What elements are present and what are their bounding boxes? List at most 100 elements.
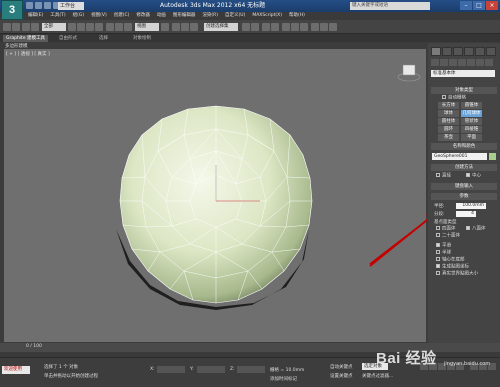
- render-setup-icon[interactable]: [311, 23, 319, 31]
- menu-create[interactable]: 创建(C): [114, 12, 130, 20]
- map-coords-checkbox[interactable]: 生成贴图坐标: [436, 264, 496, 271]
- maximize-icon[interactable]: □: [473, 1, 485, 10]
- cone-button[interactable]: 圆锥体: [461, 102, 482, 109]
- rect-selection-icon[interactable]: [86, 23, 94, 31]
- plane-button[interactable]: 平面: [461, 134, 482, 141]
- display-tab-icon[interactable]: [475, 47, 485, 56]
- tab-graphite-modeling[interactable]: Graphite 建模工具: [3, 35, 49, 42]
- add-time-tag[interactable]: 添加时间标记: [270, 376, 297, 382]
- rendered-frame-icon[interactable]: [320, 23, 328, 31]
- pyramid-button[interactable]: 四棱锥: [461, 126, 482, 133]
- base-pivot-checkbox[interactable]: 轴心在底部: [436, 257, 496, 264]
- mirror-icon[interactable]: [242, 23, 250, 31]
- search-input[interactable]: 键入关键字或短语: [350, 2, 430, 10]
- teapot-button[interactable]: 茶壶: [438, 134, 459, 141]
- tube-button[interactable]: 管状体: [461, 118, 482, 125]
- geometry-icon[interactable]: [431, 59, 439, 66]
- viewport-label[interactable]: [ + ] [ 透视 ] [ 真实 ]: [6, 51, 50, 57]
- menu-help[interactable]: 帮助(H): [289, 12, 305, 20]
- menu-maxscript[interactable]: MAXScript(X): [252, 12, 282, 20]
- shapes-icon[interactable]: [440, 59, 448, 66]
- y-coordinate[interactable]: [197, 366, 225, 373]
- object-color-swatch[interactable]: [489, 153, 496, 160]
- menu-modifiers[interactable]: 修改器: [136, 12, 150, 20]
- parameters-rollout[interactable]: 参数: [431, 193, 497, 200]
- menu-edit[interactable]: 编辑(E): [28, 12, 43, 20]
- diameter-radio[interactable]: 直径: [436, 173, 462, 180]
- workspace-select[interactable]: 工作台: [58, 2, 84, 10]
- tab-object-paint[interactable]: 对象绘制: [130, 35, 154, 42]
- radius-spinner[interactable]: 100.0mm: [456, 203, 486, 209]
- curve-editor-icon[interactable]: [282, 23, 290, 31]
- create-tab-icon[interactable]: [431, 47, 441, 56]
- rotate-icon[interactable]: [115, 23, 123, 31]
- layer-manager-icon[interactable]: [262, 23, 270, 31]
- close-icon[interactable]: ×: [486, 1, 498, 10]
- redo-icon[interactable]: [12, 23, 20, 31]
- select-object-icon[interactable]: [68, 23, 76, 31]
- helpers-icon[interactable]: [467, 59, 475, 66]
- keyboard-entry-rollout[interactable]: 键盘输入: [431, 183, 497, 190]
- creation-method-rollout[interactable]: 创建方法: [431, 164, 497, 171]
- geosphere-button[interactable]: 几何球体: [461, 110, 482, 117]
- schematic-view-icon[interactable]: [291, 23, 299, 31]
- maxscript-listener[interactable]: 欢迎使用: [2, 366, 30, 374]
- perspective-viewport[interactable]: [4, 49, 492, 342]
- menu-animation[interactable]: 动画: [157, 12, 166, 20]
- menu-rendering[interactable]: 渲染(R): [202, 12, 218, 20]
- named-selection-set[interactable]: 创建选择集: [204, 23, 238, 31]
- undo-icon[interactable]: [3, 23, 11, 31]
- real-world-map-checkbox[interactable]: 真实世界贴图大小: [436, 271, 496, 278]
- material-editor-icon[interactable]: [300, 23, 308, 31]
- open-file-icon[interactable]: [35, 2, 42, 9]
- segments-spinner[interactable]: 4: [456, 211, 476, 217]
- selection-filter-select[interactable]: 全部: [42, 23, 66, 31]
- name-color-rollout[interactable]: 名称和颜色: [431, 143, 497, 150]
- app-logo-icon[interactable]: 3: [1, 0, 23, 20]
- viewcube-icon[interactable]: [397, 64, 421, 82]
- menu-group[interactable]: 组(G): [73, 12, 85, 20]
- octa-radio[interactable]: 八面体: [466, 226, 494, 233]
- angle-snap-icon[interactable]: [181, 23, 189, 31]
- snap-icon[interactable]: [172, 23, 180, 31]
- icosa-radio[interactable]: 二十面体: [436, 233, 496, 240]
- key-filters-button[interactable]: 关键点过滤器...: [362, 373, 393, 379]
- x-coordinate[interactable]: [157, 366, 185, 373]
- percent-snap-icon[interactable]: [190, 23, 198, 31]
- tetra-radio[interactable]: 四面体: [436, 226, 464, 233]
- reference-coord-select[interactable]: 视图: [135, 23, 159, 31]
- hierarchy-tab-icon[interactable]: [453, 47, 463, 56]
- align-icon[interactable]: [251, 23, 259, 31]
- menu-graph-editors[interactable]: 图形编辑器: [173, 12, 196, 20]
- systems-icon[interactable]: [485, 59, 493, 66]
- menu-customize[interactable]: 自定义(U): [225, 12, 245, 20]
- minimize-icon[interactable]: –: [460, 1, 472, 10]
- box-button[interactable]: 长方体: [438, 102, 459, 109]
- cylinder-button[interactable]: 圆柱体: [438, 118, 459, 125]
- smooth-checkbox[interactable]: 平滑: [436, 243, 496, 250]
- render-icon[interactable]: [329, 23, 337, 31]
- scale-icon[interactable]: [124, 23, 132, 31]
- hemisphere-checkbox[interactable]: 半球: [436, 250, 496, 257]
- sphere-button[interactable]: 球体: [438, 110, 459, 117]
- cameras-icon[interactable]: [458, 59, 466, 66]
- select-by-name-icon[interactable]: [77, 23, 85, 31]
- utilities-tab-icon[interactable]: [486, 47, 496, 56]
- tab-freeform[interactable]: 自由形式: [56, 35, 80, 42]
- window-crossing-icon[interactable]: [95, 23, 103, 31]
- pivot-icon[interactable]: [161, 23, 169, 31]
- z-coordinate[interactable]: [237, 366, 265, 373]
- primitive-category-select[interactable]: 标准基本体: [431, 70, 495, 77]
- autogrid-checkbox[interactable]: 自动栅格: [442, 95, 500, 102]
- auto-key-label[interactable]: 自动关键点: [330, 364, 353, 370]
- object-type-rollout[interactable]: 对象类型: [431, 87, 497, 94]
- center-radio[interactable]: 中心: [466, 173, 494, 180]
- set-key-label[interactable]: 设置关键点: [330, 373, 353, 379]
- new-file-icon[interactable]: [26, 2, 33, 9]
- torus-button[interactable]: 圆环: [438, 126, 459, 133]
- menu-views[interactable]: 视图(V): [91, 12, 107, 20]
- viewport-canvas[interactable]: [4, 49, 492, 342]
- modify-tab-icon[interactable]: [442, 47, 452, 56]
- unlink-icon[interactable]: [31, 23, 39, 31]
- motion-tab-icon[interactable]: [464, 47, 474, 56]
